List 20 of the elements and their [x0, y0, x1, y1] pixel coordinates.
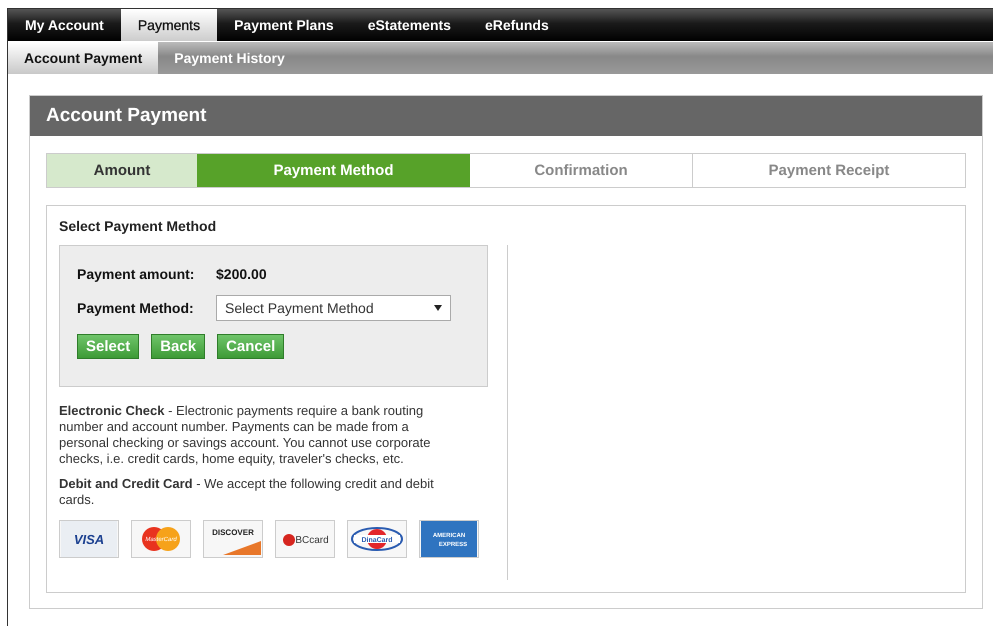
amount-value: $200.00 — [216, 266, 267, 282]
visa-card-logo: VISA — [59, 520, 119, 558]
nav-tab[interactable]: eStatements — [350, 9, 468, 41]
bc-card-logo: BCcard — [275, 520, 335, 558]
panel-title: Account Payment — [46, 105, 206, 127]
subnav-tab[interactable]: Account Payment — [8, 42, 158, 74]
wizard-step: Amount — [47, 154, 197, 187]
field-label: Payment Method: — [77, 300, 195, 316]
description-text: Electronic Check - Electronic payments require a bank routing number and account number. Payments can be made from a personal checking or savings account. You cannot use corporate checks, i.e. credit cards, home equity, traveler's checks, etc. — [59, 403, 432, 467]
nav-tab[interactable]: My Account — [8, 9, 121, 41]
wizard-step: Payment Method — [197, 154, 470, 187]
section-title: Select Payment Method — [59, 218, 218, 234]
field-label: Payment amount: — [77, 266, 196, 282]
discover-card-logo: DISCOVER — [203, 520, 263, 558]
payment-method-dropdown[interactable]: Select Payment Method — [216, 295, 451, 321]
caret-icon — [434, 305, 442, 311]
description-text: Debit and Credit Card - We accept the following credit and debit cards. — [59, 476, 435, 508]
nav-tab[interactable]: Payment Plans — [217, 9, 351, 41]
nav-tab[interactable]: eRefunds — [468, 9, 566, 41]
nav-tab[interactable]: Payments — [120, 9, 218, 41]
